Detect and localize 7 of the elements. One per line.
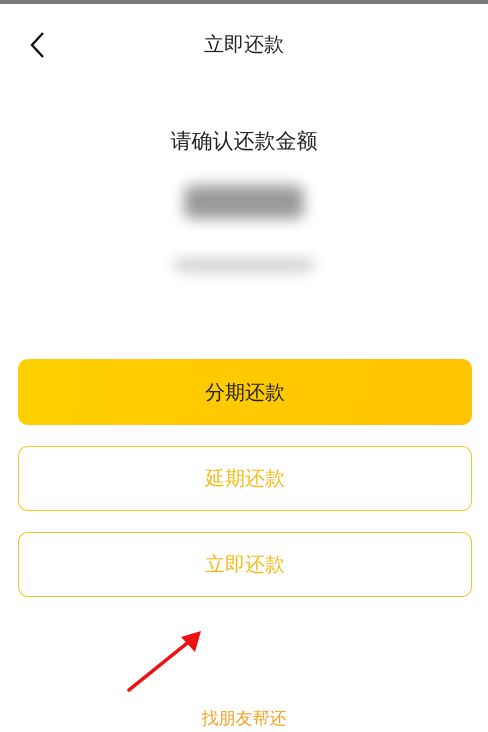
confirm-prompt: 请确认还款金额 <box>170 128 318 155</box>
page-title: 立即还款 <box>204 30 284 58</box>
action-button[interactable]: 立即还款 <box>18 532 472 597</box>
action-button[interactable]: 延期还款 <box>18 446 472 511</box>
installment-button[interactable]: 分期还款 <box>18 359 472 425</box>
back-icon[interactable] <box>29 31 45 59</box>
ask-friend-link[interactable]: 找朋友帮还 <box>0 707 488 730</box>
